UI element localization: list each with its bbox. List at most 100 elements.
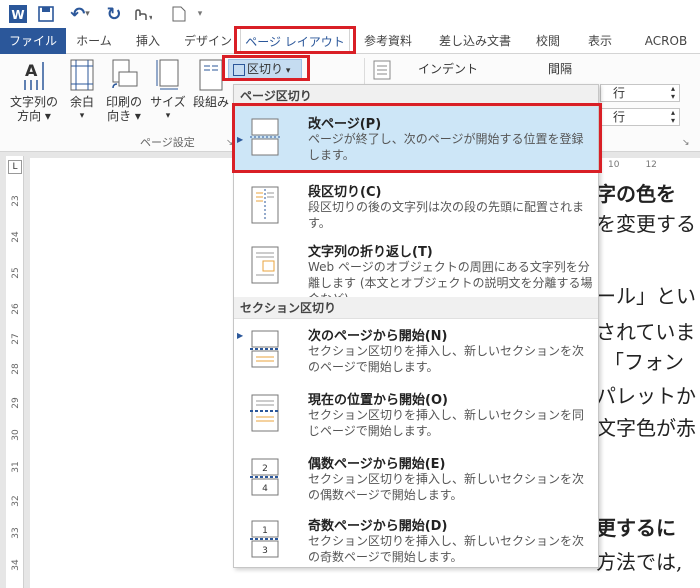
doc-line: 更するに: [596, 516, 676, 540]
svg-text:▾: ▾: [149, 13, 152, 22]
section-header-section-breaks: セクション区切り: [234, 297, 598, 319]
doc-line: 字の色を: [596, 182, 676, 206]
breaks-label: 区切り: [247, 62, 284, 76]
menu-item-description: セクション区切りを挿入し、新しいセクションを次のページで開始します。: [308, 344, 585, 374]
section-next-page-icon: [250, 330, 280, 368]
svg-text:1: 1: [262, 526, 268, 536]
menu-item-title: 改ページ(P): [308, 117, 382, 132]
group-page-setup-label: ページ設定: [140, 136, 195, 149]
doc-line: されていま: [596, 320, 696, 344]
menu-item-description: セクション区切りを挿入し、新しいセクションを次の奇数ページで開始します。: [308, 534, 585, 564]
menu-item-text-wrapping[interactable]: 文字列の折り返し(T) Web ページのオブジェクトの周囲にある文字列を分離しま…: [234, 235, 598, 306]
ruler-number: 26: [11, 303, 21, 315]
ruler-number: 27: [11, 333, 21, 345]
tab-design[interactable]: デザイン: [178, 28, 238, 54]
ruler-number: 25: [11, 267, 21, 279]
breaks-button[interactable]: 区切り ▾: [228, 59, 302, 79]
menu-item-continuous[interactable]: 現在の位置から開始(O) セクション区切りを挿入し、新しいセクションを同じページ…: [234, 383, 598, 447]
menu-item-title: 文字列の折り返し(T): [308, 245, 433, 260]
tab-references[interactable]: 参考資料: [358, 28, 418, 54]
customize-qat-icon[interactable]: ▾: [194, 4, 206, 24]
text-direction-icon: A: [24, 61, 44, 90]
new-document-icon[interactable]: [170, 4, 188, 24]
margins-button[interactable]: 余白 ▾: [64, 58, 100, 123]
doc-line: ール」とい: [596, 284, 696, 308]
undo-icon[interactable]: ↶ ▾: [66, 4, 94, 25]
text-direction-button[interactable]: A 文字列の 方向 ▾: [6, 58, 62, 123]
ribbon-tabs: ファイル ホーム 挿入 デザイン ページ レイアウト 参考資料 差し込み文書 校…: [0, 28, 700, 54]
doc-line: 文字色が赤: [596, 416, 696, 440]
paragraph-dialog-launcher-icon[interactable]: ↘: [682, 136, 690, 150]
menu-item-odd-page[interactable]: 13 奇数ページから開始(D) セクション区切りを挿入し、新しいセクションを次の…: [234, 509, 598, 573]
size-label: サイズ: [150, 95, 186, 109]
breaks-dropdown-menu: ページ区切り ▶ 改ページ(P) ページが終了し、次のページが開始する位置を登録…: [233, 84, 599, 568]
columns-label: 段組み: [192, 95, 229, 109]
menu-item-description: セクション区切りを挿入し、新しいセクションを同じページで開始します。: [308, 408, 585, 438]
selection-indicator-icon: ▶: [237, 135, 244, 144]
menu-item-page-break[interactable]: ▶ 改ページ(P) ページが終了し、次のページが開始する位置を登録します。: [234, 107, 598, 171]
margins-label: 余白: [69, 95, 94, 109]
orientation-label-1: 印刷の: [105, 95, 142, 109]
title-bar: W ↶ ▾ ↻ ▾ ▾: [0, 0, 700, 28]
doc-line: 方法では,: [596, 550, 683, 574]
ruler-number: 34: [11, 559, 21, 571]
touch-mode-icon[interactable]: ▾: [128, 4, 154, 24]
section-continuous-icon: [250, 394, 280, 432]
menu-item-description: セクション区切りを挿入し、新しいセクションを次の偶数ページで開始します。: [308, 472, 585, 502]
breaks-icon: [233, 63, 245, 76]
margins-icon: [70, 59, 94, 91]
menu-item-title: 段区切り(C): [308, 185, 382, 200]
tab-file[interactable]: ファイル: [0, 28, 66, 54]
section-header-page-breaks: ページ区切り: [234, 85, 598, 107]
svg-text:4: 4: [262, 484, 268, 494]
menu-item-next-page[interactable]: ▶ 次のページから開始(N) セクション区切りを挿入し、新しいセクションを次のペ…: [234, 319, 598, 383]
ruler-number: 23: [11, 195, 21, 207]
tab-selector[interactable]: L: [8, 160, 22, 174]
menu-item-title: 奇数ページから開始(D): [308, 519, 448, 534]
ruler-number: 24: [11, 231, 21, 243]
tab-acrobat[interactable]: ACROB: [632, 28, 700, 54]
page-break-icon: [250, 118, 280, 156]
doc-line: 「フォン: [604, 350, 684, 374]
word-app-icon: W: [8, 4, 28, 24]
menu-item-description: ページが終了し、次のページが開始する位置を登録します。: [308, 132, 584, 162]
size-button[interactable]: サイズ ▾: [148, 58, 188, 123]
menu-item-title: 現在の位置から開始(O): [308, 393, 448, 408]
orientation-button[interactable]: 印刷の 向き ▾: [104, 58, 144, 123]
svg-text:2: 2: [262, 464, 268, 474]
ruler-number: 29: [11, 397, 21, 409]
doc-line: パレットか: [596, 384, 696, 408]
tab-mailings[interactable]: 差し込み文書: [432, 28, 518, 54]
svg-text:W: W: [11, 8, 24, 22]
menu-item-column-break[interactable]: 段区切り(C) 段区切りの後の文字列は次の段の先頭に配置されます。: [234, 175, 598, 239]
columns-icon: [199, 59, 223, 91]
paragraph-icon: [372, 60, 392, 83]
orientation-icon: [112, 59, 138, 89]
redo-icon[interactable]: ↻: [104, 4, 124, 25]
text-wrapping-icon: [251, 246, 279, 284]
section-odd-page-icon: 13: [250, 520, 280, 558]
menu-item-even-page[interactable]: 24 偶数ページから開始(E) セクション区切りを挿入し、新しいセクションを次の…: [234, 447, 598, 511]
tab-insert[interactable]: 挿入: [126, 28, 170, 54]
section-even-page-icon: 24: [250, 458, 280, 496]
tab-home[interactable]: ホーム: [70, 28, 118, 54]
ruler-number: 28: [11, 363, 21, 375]
text-direction-label-1: 文字列の: [9, 95, 58, 109]
orientation-label-2: 向き ▾: [107, 109, 141, 123]
save-icon[interactable]: [36, 4, 56, 24]
vertical-ruler: L 23 24 25 26 27 28 29 30 31 32 33 34: [6, 156, 24, 588]
menu-item-title: 偶数ページから開始(E): [308, 457, 446, 472]
ruler-number: 31: [11, 461, 21, 473]
horizontal-ruler: 10 12: [608, 160, 657, 170]
columns-button[interactable]: 段組み: [190, 58, 232, 109]
svg-text:A: A: [25, 61, 38, 80]
tab-page-layout[interactable]: ページ レイアウト: [240, 28, 350, 54]
tab-review[interactable]: 校閲: [528, 28, 568, 54]
ruler-number: 33: [11, 527, 21, 539]
tab-view[interactable]: 表示: [580, 28, 620, 54]
svg-text:3: 3: [262, 546, 268, 556]
spacing-after-input[interactable]: 行 ▴ ▾: [600, 108, 680, 126]
doc-line: を変更する: [596, 212, 696, 236]
spacing-before-input[interactable]: 行 ▴ ▾: [600, 84, 680, 102]
menu-item-title: 次のページから開始(N): [308, 329, 448, 344]
